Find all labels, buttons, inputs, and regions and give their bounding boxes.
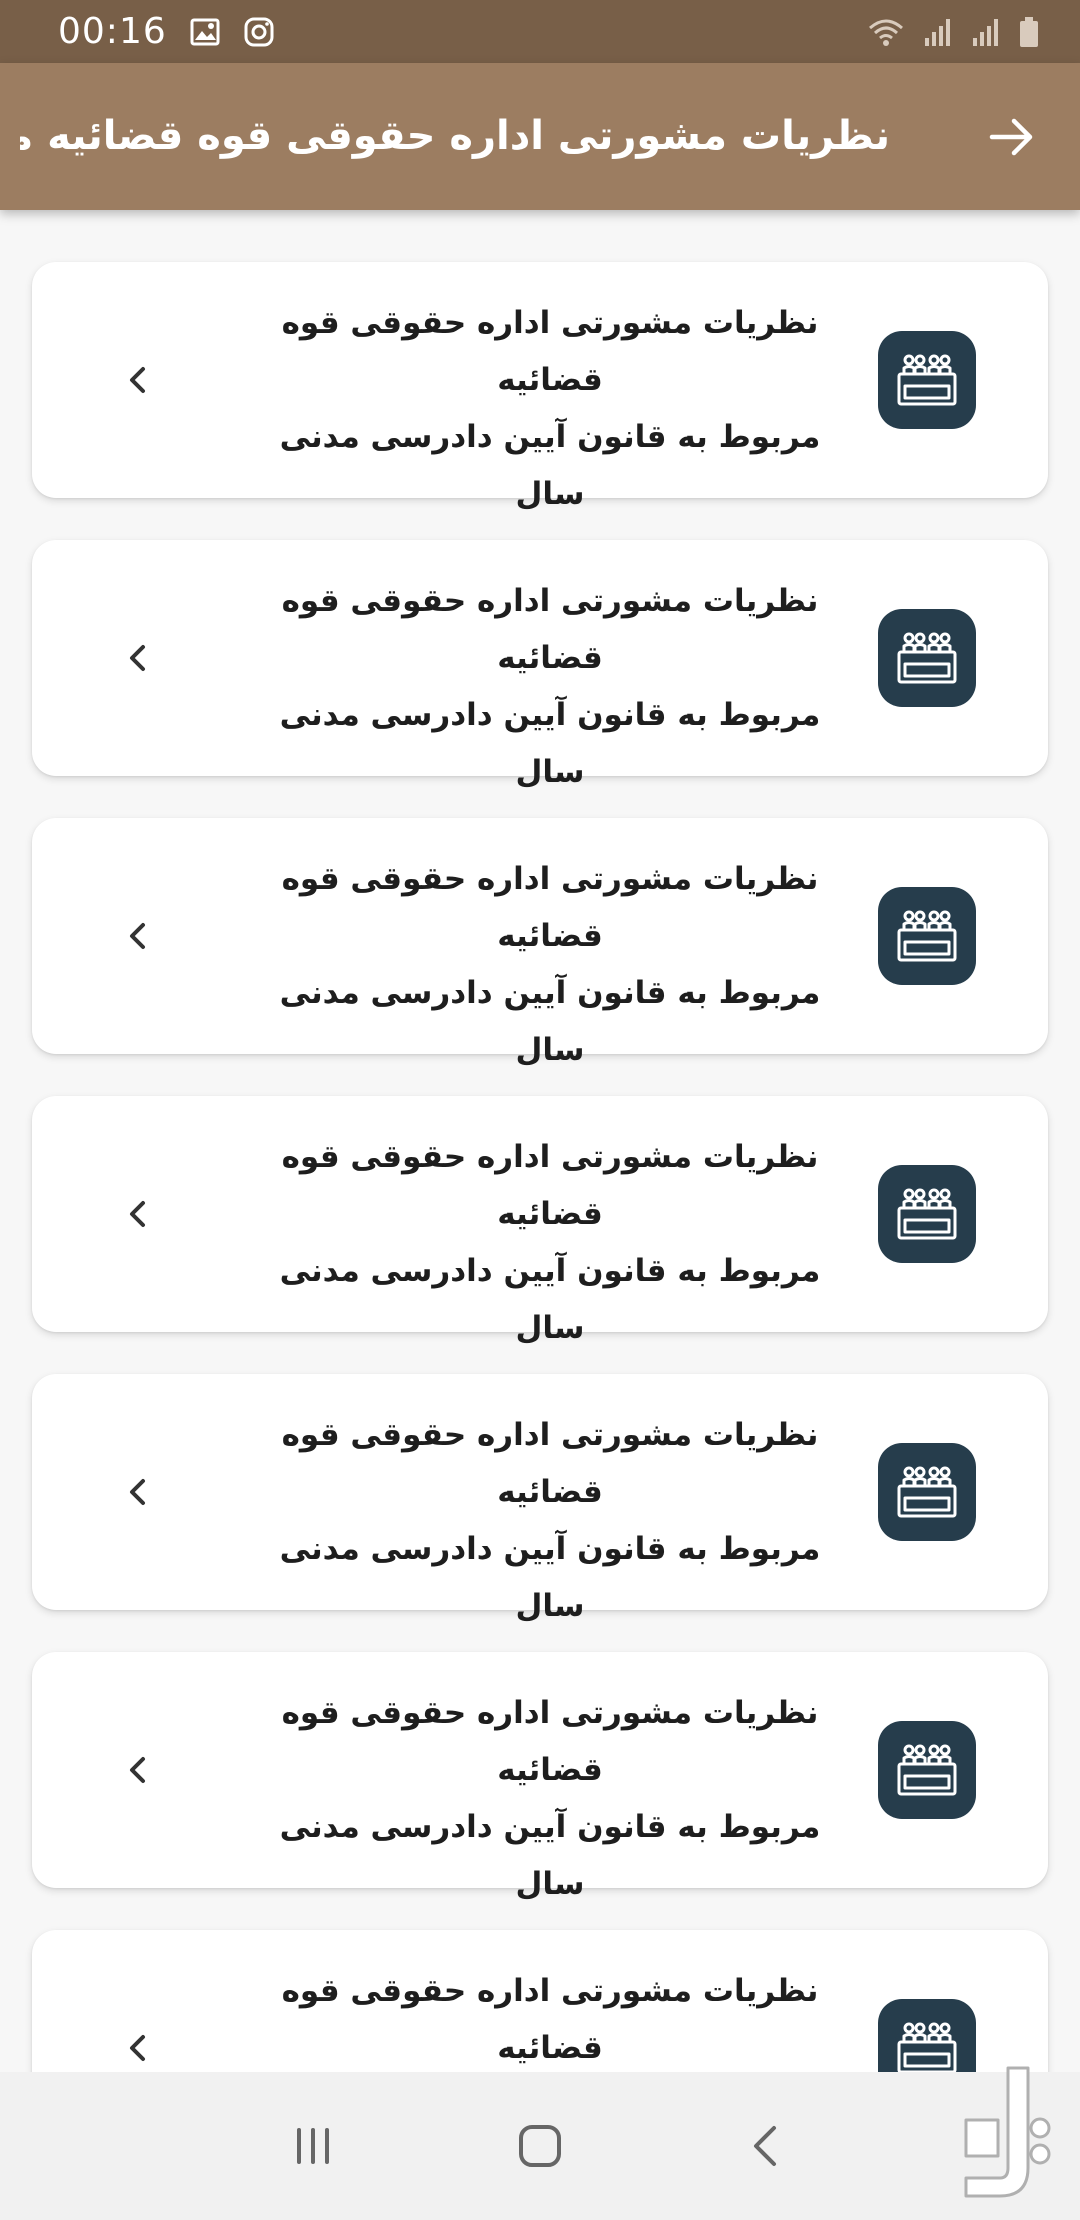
list-item-label: نظریات مشورتی اداره حقوقی قوه قضائیه مرب… xyxy=(270,1963,830,2072)
battery-icon xyxy=(1018,16,1040,48)
list-item-label: نظریات مشورتی اداره حقوقی قوه قضائیه مرب… xyxy=(270,1685,830,1970)
list-item-4[interactable]: نظریات مشورتی اداره حقوقی قوه قضائیه مرب… xyxy=(32,1096,1048,1403)
jury-box-icon xyxy=(878,1721,976,1819)
list-item-line2: مربوط به قانون آیین دادرسی مدنی سال xyxy=(279,1253,821,1346)
list-item-line1: نظریات مشورتی اداره حقوقی قوه قضائیه xyxy=(281,1139,819,1232)
list-item-label: نظریات مشورتی اداره حقوقی قوه قضائیه مرب… xyxy=(270,573,830,858)
arrow-right-icon xyxy=(989,118,1033,156)
status-time: 00:16 xyxy=(58,11,167,52)
back-icon xyxy=(753,2126,776,2166)
list-item-1[interactable]: نظریات مشورتی اداره حقوقی قوه قضائیه مرب… xyxy=(32,262,1048,569)
list-item-line1: نظریات مشورتی اداره حقوقی قوه قضائیه xyxy=(281,583,819,676)
chevron-left-icon xyxy=(112,2022,164,2072)
instagram-icon xyxy=(243,16,275,48)
list-item-line1: نظریات مشورتی اداره حقوقی قوه قضائیه xyxy=(281,1695,819,1788)
status-right xyxy=(866,16,1040,48)
list-item-label: نظریات مشورتی اداره حقوقی قوه قضائیه مرب… xyxy=(270,295,830,580)
category-list[interactable]: نظریات مشورتی اداره حقوقی قوه قضائیه مرب… xyxy=(0,210,1080,2072)
list-item-label: نظریات مشورتی اداره حقوقی قوه قضائیه مرب… xyxy=(270,1407,830,1692)
home-button[interactable] xyxy=(510,2116,570,2176)
app-bar: نظریات مشورتی اداره حقوقی قوه قضائیه مرب… xyxy=(0,63,1080,210)
list-item-6[interactable]: نظریات مشورتی اداره حقوقی قوه قضائیه مرب… xyxy=(32,1652,1048,1959)
status-left: 00:16 xyxy=(58,11,275,52)
back-button[interactable] xyxy=(984,109,1040,165)
jury-box-icon xyxy=(878,609,976,707)
recents-button[interactable] xyxy=(283,2116,343,2176)
store-watermark-icon xyxy=(952,2058,1062,2208)
page-title: نظریات مشورتی اداره حقوقی قوه قضائیه مرب… xyxy=(20,113,890,159)
list-item-line2: مربوط به قانون آیین دادرسی مدنی سال xyxy=(279,697,821,790)
home-icon xyxy=(518,2125,561,2167)
jury-box-icon xyxy=(878,331,976,429)
list-item-5[interactable]: نظریات مشورتی اداره حقوقی قوه قضائیه مرب… xyxy=(32,1374,1048,1681)
list-item-3[interactable]: نظریات مشورتی اداره حقوقی قوه قضائیه مرب… xyxy=(32,818,1048,1125)
signal-icon xyxy=(922,16,954,48)
system-nav-bar xyxy=(0,2072,1080,2220)
nav-back-button[interactable] xyxy=(737,2116,797,2176)
list-item-label: نظریات مشورتی اداره حقوقی قوه قضائیه مرب… xyxy=(270,1129,830,1414)
chevron-left-icon xyxy=(112,1188,164,1240)
chevron-left-icon xyxy=(112,354,164,406)
jury-box-icon xyxy=(878,1443,976,1541)
list-item-line1: نظریات مشورتی اداره حقوقی قوه قضائیه xyxy=(281,1417,819,1510)
list-item-line1: نظریات مشورتی اداره حقوقی قوه قضائیه xyxy=(281,305,819,398)
list-item-label: نظریات مشورتی اداره حقوقی قوه قضائیه مرب… xyxy=(270,851,830,1136)
recents-icon xyxy=(297,2128,330,2164)
gallery-icon xyxy=(189,16,221,48)
list-item-7[interactable]: نظریات مشورتی اداره حقوقی قوه قضائیه مرب… xyxy=(32,1930,1048,2072)
list-item-line2: مربوط به قانون آیین دادرسی مدنی سال xyxy=(279,975,821,1068)
chevron-left-icon xyxy=(112,1466,164,1518)
wifi-icon xyxy=(866,16,906,48)
status-bar: 00:16 xyxy=(0,0,1080,63)
signal-icon-2 xyxy=(970,16,1002,48)
list-item-line1: نظریات مشورتی اداره حقوقی قوه قضائیه xyxy=(281,861,819,954)
jury-box-icon xyxy=(878,887,976,985)
list-item-line2: مربوط به قانون آیین دادرسی مدنی سال xyxy=(279,1531,821,1624)
list-item-line2: مربوط به قانون آیین دادرسی مدنی سال xyxy=(279,419,821,512)
jury-box-icon xyxy=(878,1165,976,1263)
list-item-line2: مربوط به قانون آیین دادرسی مدنی سال xyxy=(279,1809,821,1902)
list-item-2[interactable]: نظریات مشورتی اداره حقوقی قوه قضائیه مرب… xyxy=(32,540,1048,847)
chevron-left-icon xyxy=(112,632,164,684)
chevron-left-icon xyxy=(112,910,164,962)
chevron-left-icon xyxy=(112,1744,164,1796)
list-item-line1: نظریات مشورتی اداره حقوقی قوه قضائیه xyxy=(281,1973,819,2066)
